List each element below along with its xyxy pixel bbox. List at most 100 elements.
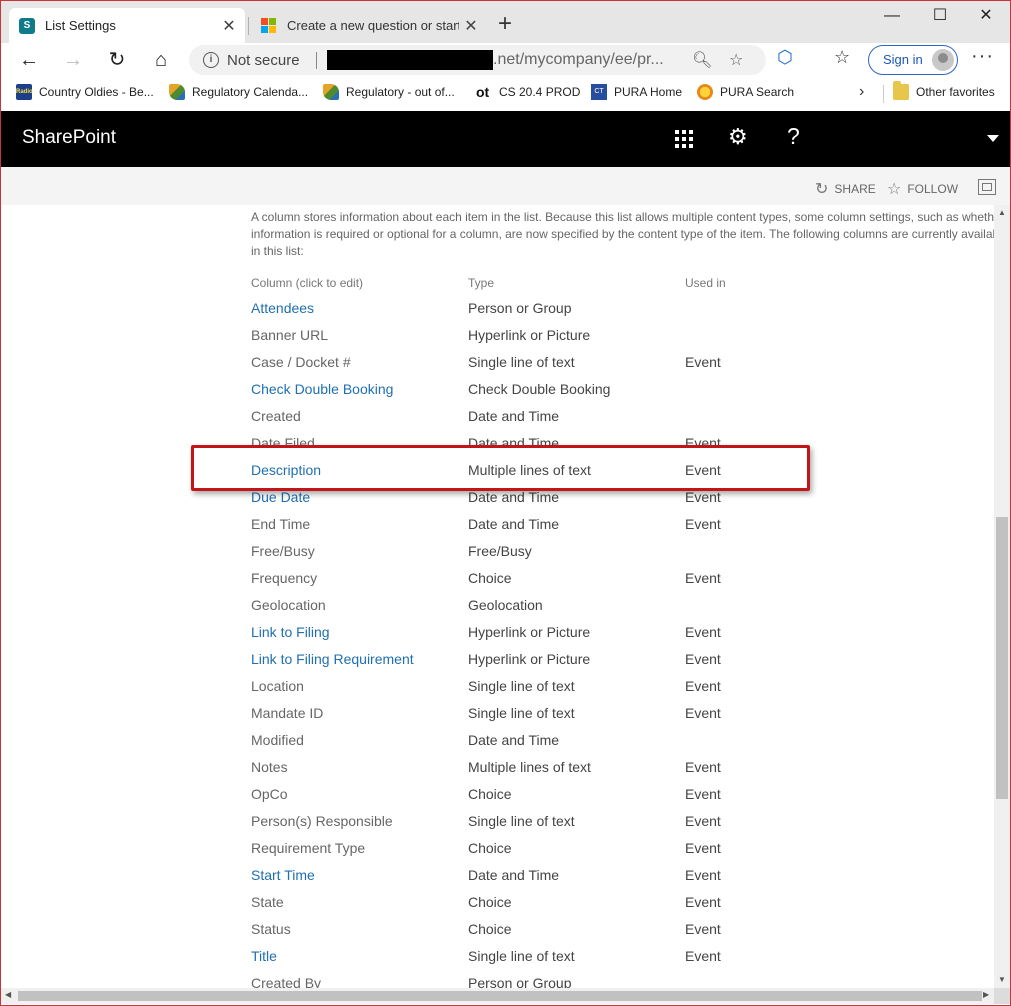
action-bar: ↻ SHARE ☆ FOLLOW (1, 167, 1010, 205)
url-text[interactable]: .net/mycompany/ee/pr... (493, 51, 664, 69)
column-name[interactable]: Requirement Type (251, 840, 365, 856)
table-row: Frequency Choice Event (1, 570, 994, 597)
column-name[interactable]: Person(s) Responsible (251, 813, 393, 829)
share-button[interactable]: ↻ SHARE (815, 179, 876, 199)
column-used-in: Event (685, 705, 721, 721)
gear-icon[interactable]: ⚙ (728, 124, 748, 150)
favorite-regulatory-calendar[interactable]: Regulatory Calenda... (169, 84, 308, 100)
horizontal-scroll-thumb[interactable] (18, 991, 982, 1001)
new-tab-button[interactable]: + (491, 11, 519, 39)
column-type: Date and Time (468, 732, 560, 748)
table-row: State Choice Event (1, 894, 994, 921)
tab-list-settings[interactable]: S List Settings ✕ (9, 8, 245, 43)
tab-close-icon[interactable]: ✕ (217, 16, 241, 36)
close-window-button[interactable]: ✕ (963, 5, 1009, 29)
zoom-icon[interactable]: 🔍︎ (692, 50, 712, 70)
forward-icon[interactable]: → (59, 47, 87, 73)
table-row: Case / Docket # Single line of text Event (1, 354, 994, 381)
maximize-button[interactable]: ☐ (917, 5, 963, 29)
highlight-box (191, 445, 810, 491)
help-icon[interactable]: ? (787, 123, 800, 150)
column-name[interactable]: Geolocation (251, 597, 326, 613)
column-name[interactable]: Notes (251, 759, 288, 775)
column-name[interactable]: Modified (251, 732, 304, 748)
column-type: Date and Time (468, 489, 560, 505)
column-name[interactable]: Status (251, 921, 291, 937)
table-row: Attendees Person or Group (1, 300, 994, 327)
favorite-regulatory-out[interactable]: Regulatory - out of... (323, 84, 455, 100)
table-row: Geolocation Geolocation (1, 597, 994, 624)
column-name[interactable]: Location (251, 678, 304, 694)
column-name[interactable]: Due Date (251, 489, 310, 505)
column-type: Date and Time (468, 408, 560, 424)
table-row: Location Single line of text Event (1, 678, 994, 705)
focus-mode-icon[interactable] (978, 179, 996, 195)
app-launcher-icon[interactable] (675, 130, 693, 148)
column-name[interactable]: Link to Filing (251, 624, 330, 640)
column-type: Geolocation (468, 597, 543, 613)
favorite-pura-home[interactable]: CT PURA Home (591, 84, 682, 100)
vertical-scrollbar[interactable]: ▲ ▼ (994, 205, 1010, 988)
column-type: Choice (468, 921, 512, 937)
follow-button[interactable]: ☆ FOLLOW (887, 179, 958, 199)
scroll-down-icon[interactable]: ▼ (998, 975, 1006, 984)
minimize-button[interactable]: — (869, 5, 915, 29)
column-name[interactable]: Case / Docket # (251, 354, 351, 370)
tab-title: List Settings (45, 18, 116, 33)
column-name[interactable]: Link to Filing Requirement (251, 651, 414, 667)
address-bar[interactable]: i Not secure .net/mycompany/ee/pr... 🔍︎ … (189, 45, 766, 75)
column-name[interactable]: Created (251, 408, 301, 424)
favorites-list-icon[interactable]: ☆ (834, 47, 850, 68)
favorite-label: Regulatory - out of... (346, 85, 455, 99)
favorite-country-oldies[interactable]: Radio Country Oldies - Be... (16, 84, 154, 100)
tab-create-question[interactable]: Create a new question or start a ✕ (251, 8, 487, 43)
more-menu-icon[interactable]: ··· (971, 45, 994, 68)
column-name[interactable]: Created By (251, 975, 321, 988)
sharepoint-favicon-icon: S (19, 17, 35, 34)
column-name[interactable]: State (251, 894, 284, 910)
column-name[interactable]: Free/Busy (251, 543, 315, 559)
table-row: Person(s) Responsible Single line of text… (1, 813, 994, 840)
caret-down-icon[interactable] (987, 135, 999, 142)
security-label[interactable]: Not secure (227, 52, 300, 69)
back-icon[interactable]: ← (15, 47, 43, 73)
column-name[interactable]: Frequency (251, 570, 317, 586)
regulatory-icon (323, 84, 339, 100)
column-name[interactable]: Check Double Booking (251, 381, 393, 397)
column-type: Hyperlink or Picture (468, 651, 591, 667)
column-name[interactable]: End Time (251, 516, 310, 532)
columns-description: A column stores information about each i… (251, 210, 994, 258)
chevron-right-icon[interactable]: › (859, 83, 864, 101)
header-type: Type (468, 276, 495, 290)
column-name[interactable]: Title (251, 948, 277, 964)
scroll-up-icon[interactable]: ▲ (998, 208, 1006, 217)
table-row: Mandate ID Single line of text Event (1, 705, 994, 732)
table-row: Check Double Booking Check Double Booking (1, 381, 994, 408)
refresh-icon[interactable]: ↻ (103, 47, 131, 73)
column-name[interactable]: Start Time (251, 867, 315, 883)
sign-in-button[interactable]: Sign in (868, 45, 958, 75)
column-name[interactable]: Banner URL (251, 327, 328, 343)
column-name[interactable]: Attendees (251, 300, 314, 316)
favorite-pura-search[interactable]: PURA Search (697, 84, 794, 100)
info-icon[interactable]: i (203, 52, 219, 68)
extension-shield-icon[interactable]: ⬡ (777, 47, 793, 68)
table-row: Notes Multiple lines of text Event (1, 759, 994, 786)
other-favorites[interactable]: Other favorites (893, 81, 995, 100)
vertical-scroll-thumb[interactable] (996, 517, 1008, 799)
column-used-in: Event (685, 894, 721, 910)
table-row: Modified Date and Time (1, 732, 994, 759)
table-row: Created Date and Time (1, 408, 994, 435)
column-name[interactable]: OpCo (251, 786, 288, 802)
favorite-cs-prod[interactable]: ot CS 20.4 PROD (476, 84, 580, 100)
column-name[interactable]: Mandate ID (251, 705, 323, 721)
sign-in-label: Sign in (883, 52, 923, 67)
sharepoint-title[interactable]: SharePoint (22, 127, 116, 149)
tab-close-icon[interactable]: ✕ (459, 16, 483, 36)
horizontal-scrollbar[interactable]: ◀ ▶ (1, 988, 994, 1004)
favorite-star-icon[interactable]: ☆ (729, 50, 743, 70)
column-type: Single line of text (468, 678, 575, 694)
scroll-left-icon[interactable]: ◀ (5, 990, 11, 999)
scroll-right-icon[interactable]: ▶ (983, 990, 989, 999)
home-icon[interactable]: ⌂ (147, 47, 175, 73)
